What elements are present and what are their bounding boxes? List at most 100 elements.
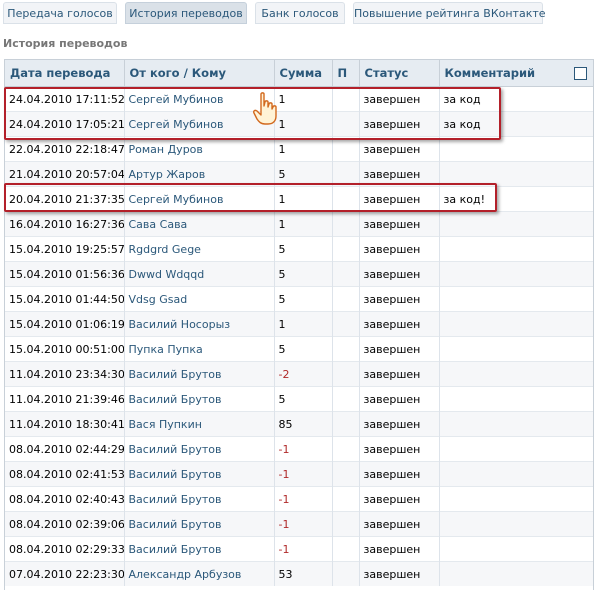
p-cell	[332, 411, 360, 437]
tab-vote-transfer[interactable]: Передача голосов	[3, 2, 117, 24]
user-link[interactable]: Артур Жаров	[124, 161, 275, 187]
tab-vote-bank[interactable]: Банк голосов	[255, 2, 345, 24]
table-row: 11.04.2010 21:39:46 Василий Брутов 5 заверш…	[5, 386, 593, 412]
date-cell: 08.04.2010 02:41:53	[5, 461, 125, 487]
history-table: Дата перевода От кого / Кому Сумма П Ста…	[5, 60, 593, 586]
p-cell	[332, 536, 360, 562]
tab-transfer-history[interactable]: История переводов	[125, 2, 247, 24]
tab-rating-boost[interactable]: Повышение рейтинга ВКонтакте	[353, 2, 546, 24]
amount-cell: 5	[274, 386, 333, 412]
p-cell	[332, 161, 360, 187]
amount-cell: 1	[274, 211, 333, 237]
column-header-status[interactable]: Статус	[359, 60, 440, 87]
user-link[interactable]: Dwwd Wdqqd	[124, 261, 275, 287]
table-row: 15.04.2010 00:51:00 Пупка Пупка 5 завершен	[5, 336, 593, 362]
amount-cell: -1	[274, 486, 333, 512]
user-link[interactable]: Василий Брутов	[124, 486, 275, 512]
status-cell: завершен	[359, 186, 440, 212]
column-header-date[interactable]: Дата перевода	[5, 60, 125, 87]
table-row: 15.04.2010 01:06:19 Василий Носорыз 1 завер…	[5, 311, 593, 337]
table-row: 08.04.2010 02:40:43 Василий Брутов -1 завер…	[5, 486, 593, 512]
p-cell	[332, 311, 360, 337]
status-cell: завершен	[359, 561, 440, 586]
checkbox-icon[interactable]	[574, 67, 587, 80]
comment-cell	[439, 136, 593, 162]
user-link[interactable]: Rgdgrd Gege	[124, 236, 275, 262]
date-cell: 11.04.2010 21:39:46	[5, 386, 125, 412]
p-cell	[332, 211, 360, 237]
amount-cell: 53	[274, 561, 333, 586]
p-cell	[332, 461, 360, 487]
status-cell: завершен	[359, 511, 440, 537]
table-row: 11.04.2010 18:30:41 Вася Пупкин 85 завершен	[5, 411, 593, 437]
comment-cell	[439, 511, 593, 537]
date-cell: 15.04.2010 01:56:36	[5, 261, 125, 287]
section-title: История переводов	[3, 37, 128, 50]
user-link[interactable]: Сергей Мубинов	[124, 186, 275, 212]
amount-cell: -1	[274, 511, 333, 537]
user-link[interactable]: Пупка Пупка	[124, 336, 275, 362]
table-row: 15.04.2010 01:56:36 Dwwd Wdqqd 5 завершен	[5, 261, 593, 287]
p-cell	[332, 436, 360, 462]
p-cell	[332, 261, 360, 287]
tab-bar: Передача голосов История переводов Банк …	[0, 0, 600, 28]
date-cell: 20.04.2010 21:37:35	[5, 186, 125, 212]
user-link[interactable]: Роман Дуров	[124, 136, 275, 162]
status-cell: завершен	[359, 161, 440, 187]
table-row: 20.04.2010 21:37:35 Сергей Мубинов 1 заверш…	[5, 186, 593, 212]
column-header-p[interactable]: П	[332, 60, 360, 87]
hand-pointer-icon	[253, 92, 277, 125]
comment-cell: за код!	[439, 186, 593, 212]
amount-cell: 1	[274, 136, 333, 162]
column-header-comment[interactable]: Комментарий	[439, 60, 593, 87]
comment-cell: за код	[439, 86, 593, 112]
amount-cell: 5	[274, 236, 333, 262]
user-link[interactable]: Vdsg Gsad	[124, 286, 275, 312]
user-link[interactable]: Вася Пупкин	[124, 411, 275, 437]
comment-cell	[439, 311, 593, 337]
date-cell: 07.04.2010 22:23:30	[5, 561, 125, 586]
comment-cell	[439, 486, 593, 512]
status-cell: завершен	[359, 86, 440, 112]
user-link[interactable]: Василий Брутов	[124, 536, 275, 562]
date-cell: 24.04.2010 17:05:21	[5, 111, 125, 137]
comment-cell	[439, 561, 593, 586]
user-link[interactable]: Василий Брутов	[124, 511, 275, 537]
amount-cell: 5	[274, 261, 333, 287]
date-cell: 11.04.2010 23:34:30	[5, 361, 125, 387]
date-cell: 15.04.2010 01:06:19	[5, 311, 125, 337]
user-link[interactable]: Василий Брутов	[124, 461, 275, 487]
p-cell	[332, 511, 360, 537]
table-row: 08.04.2010 02:29:33 Василий Брутов -1 завер…	[5, 536, 593, 562]
comment-cell	[439, 211, 593, 237]
date-cell: 22.04.2010 22:18:47	[5, 136, 125, 162]
comment-cell	[439, 161, 593, 187]
amount-cell: -1	[274, 436, 333, 462]
comment-cell	[439, 236, 593, 262]
status-cell: завершен	[359, 311, 440, 337]
amount-cell: 85	[274, 411, 333, 437]
user-link[interactable]: Александр Арбузов	[124, 561, 275, 586]
user-link[interactable]: Василий Носорыз	[124, 311, 275, 337]
table-row: 08.04.2010 02:41:53 Василий Брутов -1 завер…	[5, 461, 593, 487]
date-cell: 24.04.2010 17:11:52	[5, 86, 125, 112]
user-link[interactable]: Василий Брутов	[124, 386, 275, 412]
user-link[interactable]: Сава Сава	[124, 211, 275, 237]
status-cell: завершен	[359, 211, 440, 237]
date-cell: 08.04.2010 02:29:33	[5, 536, 125, 562]
table-row: 15.04.2010 19:25:57 Rgdgrd Gege 5 завершен	[5, 236, 593, 262]
p-cell	[332, 561, 360, 586]
history-table-container: Дата перевода От кого / Кому Сумма П Ста…	[4, 59, 594, 590]
comment-cell	[439, 461, 593, 487]
user-link[interactable]: Василий Брутов	[124, 436, 275, 462]
comment-cell: за код	[439, 111, 593, 137]
p-cell	[332, 361, 360, 387]
column-header-user[interactable]: От кого / Кому	[124, 60, 275, 87]
date-cell: 21.04.2010 20:57:04	[5, 161, 125, 187]
user-link[interactable]: Василий Брутов	[124, 361, 275, 387]
column-header-amount[interactable]: Сумма	[274, 60, 333, 87]
comment-cell	[439, 336, 593, 362]
table-header-row: Дата перевода От кого / Кому Сумма П Ста…	[5, 60, 593, 87]
table-row: 24.04.2010 17:05:21 Сергей Мубинов 1 заверш…	[5, 111, 593, 137]
date-cell: 15.04.2010 01:44:50	[5, 286, 125, 312]
